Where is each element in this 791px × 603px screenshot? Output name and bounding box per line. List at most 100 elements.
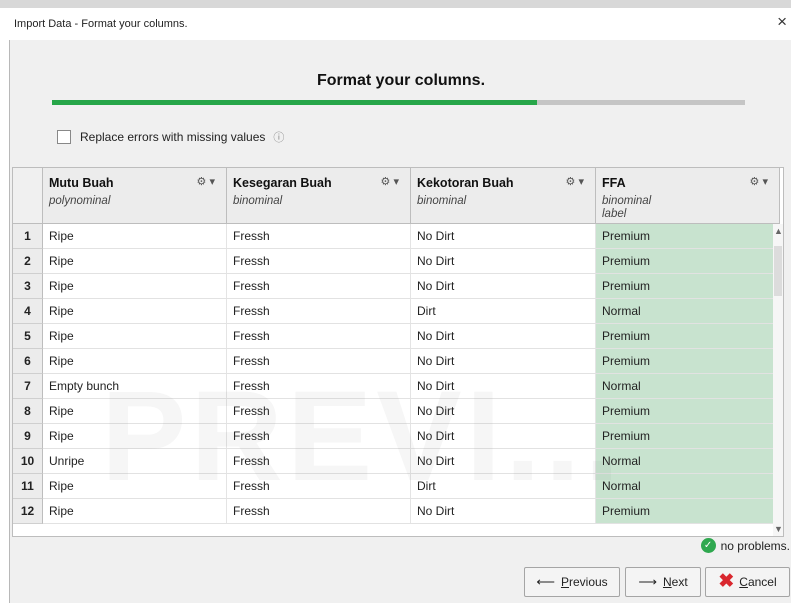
scroll-down-icon[interactable]: ▼ — [774, 524, 783, 534]
table-cell: No Dirt — [411, 499, 596, 523]
red-x-icon: ✖ — [718, 571, 735, 592]
table-cell: No Dirt — [411, 349, 596, 373]
column-header-kesegaran-buah[interactable]: Kesegaran Buah binominal ⚙ ▾ — [227, 168, 411, 224]
replace-errors-checkbox[interactable] — [57, 130, 71, 144]
column-header-mutu-buah[interactable]: Mutu Buah polynominal ⚙ ▾ — [43, 168, 227, 224]
data-preview-table: Mutu Buah polynominal ⚙ ▾ Kesegaran Buah… — [12, 167, 784, 537]
column-settings-gear-icon[interactable]: ⚙ ▾ — [197, 175, 215, 188]
table-cell: Fressh — [227, 449, 411, 473]
table-cell: Premium — [596, 349, 780, 373]
table-row[interactable]: Ripe Fressh No Dirt Premium — [43, 399, 780, 424]
row-number[interactable]: 11 — [13, 474, 43, 499]
row-number[interactable]: 4 — [13, 299, 43, 324]
row-number[interactable]: 5 — [13, 324, 43, 349]
row-number[interactable]: 9 — [13, 424, 43, 449]
cancel-label: Cancel — [739, 575, 777, 589]
table-cell: Dirt — [411, 474, 596, 498]
page-heading: Format your columns. — [316, 72, 486, 89]
table-cell: Ripe — [43, 249, 227, 273]
vertical-scrollbar[interactable]: ▲ ▼ — [773, 224, 783, 536]
table-row[interactable]: Ripe Fressh No Dirt Premium — [43, 324, 780, 349]
row-number[interactable]: 10 — [13, 449, 43, 474]
table-cell: Unripe — [43, 449, 227, 473]
table-cell: Ripe — [43, 399, 227, 423]
dialog-content: Format your columns. Replace errors with… — [9, 40, 791, 603]
table-cell: Fressh — [227, 274, 411, 298]
table-cell: Premium — [596, 274, 780, 298]
table-corner — [13, 168, 43, 224]
close-icon[interactable]: × — [777, 12, 787, 32]
table-cell: No Dirt — [411, 374, 596, 398]
next-button[interactable]: ⟶ Next — [625, 567, 701, 597]
row-number[interactable]: 6 — [13, 349, 43, 374]
table-row[interactable]: Ripe Fressh No Dirt Premium — [43, 424, 780, 449]
cancel-button[interactable]: ✖ Cancel — [705, 567, 790, 597]
column-type: binominal label — [602, 195, 651, 221]
row-number[interactable]: 3 — [13, 274, 43, 299]
check-circle-icon: ✓ — [700, 538, 716, 553]
table-cell: Premium — [596, 499, 780, 523]
next-label: Next — [662, 575, 688, 589]
replace-errors-label: Replace errors with missing values — [80, 130, 266, 144]
row-number[interactable]: 2 — [13, 249, 43, 274]
column-settings-gear-icon[interactable]: ⚙ ▾ — [566, 175, 584, 188]
table-cell: Normal — [596, 299, 780, 323]
table-cell: Normal — [596, 449, 780, 473]
row-number[interactable]: 7 — [13, 374, 43, 399]
table-cell: No Dirt — [411, 399, 596, 423]
table-cell: No Dirt — [411, 249, 596, 273]
arrow-right-icon: ⟶ — [638, 574, 657, 589]
table-cell: Fressh — [227, 374, 411, 398]
table-cell: Dirt — [411, 299, 596, 323]
row-number[interactable]: 8 — [13, 399, 43, 424]
table-cell: Fressh — [227, 424, 411, 448]
table-cell: Ripe — [43, 324, 227, 348]
status-text: no problems. — [720, 538, 790, 553]
table-cell: Ripe — [43, 474, 227, 498]
column-settings-gear-icon[interactable]: ⚙ ▾ — [381, 175, 399, 188]
row-number[interactable]: 12 — [13, 499, 43, 524]
table-cell: Ripe — [43, 299, 227, 323]
column-name: Kesegaran Buah — [233, 176, 332, 190]
progress-fill — [52, 100, 538, 105]
table-cell: Fressh — [227, 324, 411, 348]
info-icon[interactable]: ⓘ — [273, 129, 284, 145]
table-row[interactable]: Ripe Fressh No Dirt Premium — [43, 274, 780, 299]
table-cell: Fressh — [227, 224, 411, 248]
column-settings-gear-icon[interactable]: ⚙ ▾ — [750, 175, 768, 188]
previous-button[interactable]: ⟵ Previous — [524, 567, 620, 597]
row-number[interactable]: 1 — [13, 224, 43, 249]
table-row[interactable]: Ripe Fressh No Dirt Premium — [43, 249, 780, 274]
table-row[interactable]: Unripe Fressh No Dirt Normal — [43, 449, 780, 474]
validation-status: ✓ no problems. — [700, 538, 790, 553]
table-row[interactable]: Ripe Fressh No Dirt Premium — [43, 349, 780, 374]
table-cell: No Dirt — [411, 324, 596, 348]
table-row[interactable]: Ripe Fressh Dirt Normal — [43, 299, 780, 324]
title-bar: Import Data - Format your columns. × — [0, 0, 791, 40]
table-cell: Fressh — [227, 499, 411, 523]
column-name: FFA — [602, 176, 626, 190]
column-name: Mutu Buah — [49, 176, 114, 190]
column-type: polynominal — [49, 195, 111, 207]
arrow-left-icon: ⟵ — [536, 574, 555, 589]
table-cell: Fressh — [227, 349, 411, 373]
scroll-thumb[interactable] — [774, 246, 782, 296]
scroll-up-icon[interactable]: ▲ — [774, 226, 783, 236]
table-cell: Ripe — [43, 274, 227, 298]
table-cell: Fressh — [227, 249, 411, 273]
previous-label: Previous — [560, 575, 608, 589]
column-header-kekotoran-buah[interactable]: Kekotoran Buah binominal ⚙ ▾ — [411, 168, 596, 224]
table-row[interactable]: Ripe Fressh No Dirt Premium — [43, 499, 780, 524]
table-cell: No Dirt — [411, 224, 596, 248]
column-type-value: binominal — [602, 195, 652, 207]
column-header-ffa[interactable]: FFA binominal label ⚙ ▾ — [596, 168, 780, 224]
column-type: binominal — [233, 195, 283, 207]
table-cell: Empty bunch — [43, 374, 227, 398]
table-cell: Fressh — [227, 474, 411, 498]
table-cell: Normal — [596, 474, 780, 498]
table-row[interactable]: Ripe Fressh Dirt Normal — [43, 474, 780, 499]
table-row[interactable]: Empty bunch Fressh No Dirt Normal — [43, 374, 780, 399]
table-row[interactable]: Ripe Fressh No Dirt Premium — [43, 224, 780, 249]
table-cell: Premium — [596, 399, 780, 423]
table-cell: Ripe — [43, 224, 227, 248]
